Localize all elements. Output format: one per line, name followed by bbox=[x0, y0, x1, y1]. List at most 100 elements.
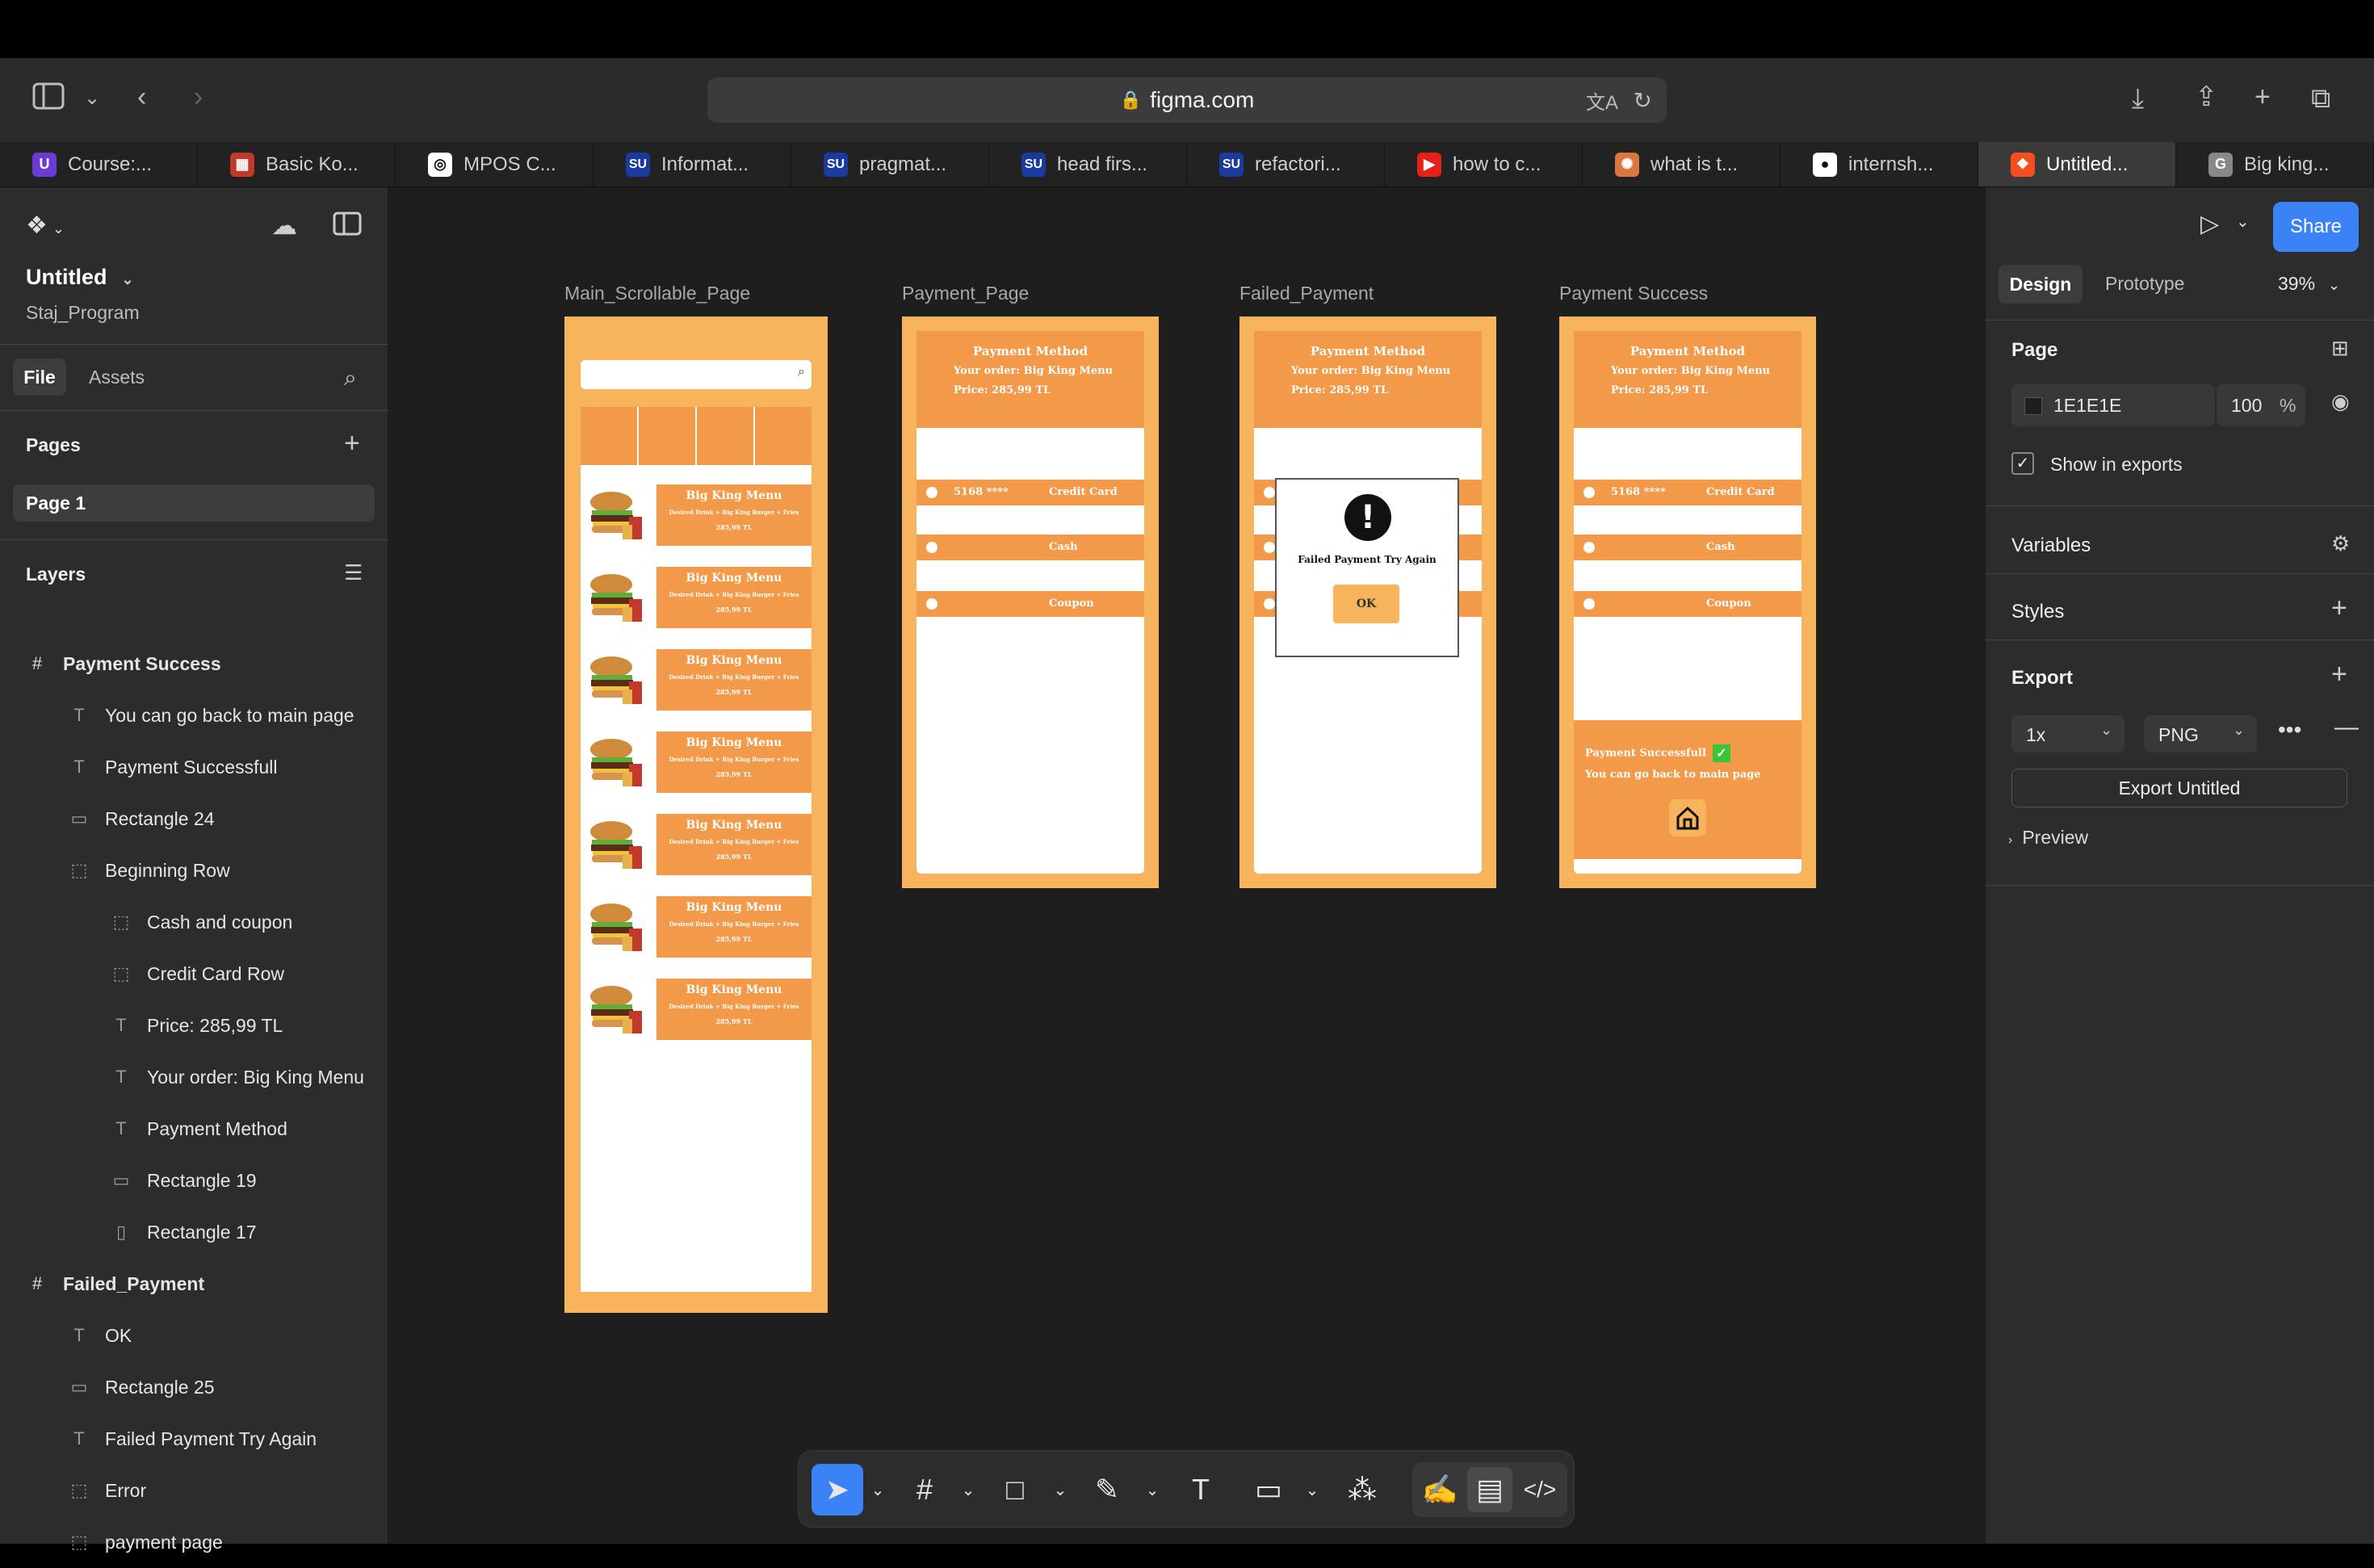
rectangle-tool-icon[interactable]: □ bbox=[992, 1467, 1038, 1512]
panel-toggle-icon[interactable] bbox=[333, 212, 362, 240]
share-icon[interactable]: ⇪ bbox=[2195, 81, 2218, 113]
browser-tab[interactable]: ◎ MPOS C... bbox=[396, 142, 594, 187]
browser-tab[interactable]: SU Informat... bbox=[594, 142, 791, 187]
layer-item[interactable]: ▭ Rectangle 19 bbox=[0, 1155, 388, 1206]
menu-item[interactable]: Big King Menu Desired Drink + Big King Bu… bbox=[581, 732, 812, 793]
share-button[interactable]: Share bbox=[2273, 202, 2359, 252]
draw-mode-icon[interactable]: ✍ bbox=[1417, 1467, 1462, 1512]
comment-tool-icon[interactable]: ▭ bbox=[1246, 1467, 1291, 1512]
visibility-eye-icon[interactable]: ◉ bbox=[2331, 389, 2350, 414]
radio-button[interactable] bbox=[926, 598, 937, 610]
page-opacity-field[interactable]: 100 % bbox=[2217, 384, 2305, 426]
frame-tool-icon[interactable]: # bbox=[902, 1467, 947, 1512]
pen-tool-icon[interactable]: ✎ bbox=[1084, 1467, 1130, 1512]
browser-tab[interactable]: ✺ what is t... bbox=[1583, 142, 1780, 187]
translate-icon[interactable]: 文A bbox=[1586, 86, 1618, 115]
layers-menu-icon[interactable]: ☰ bbox=[344, 560, 363, 585]
frame-label-payment[interactable]: Payment_Page bbox=[902, 283, 1029, 304]
layer-item[interactable]: ▭ Rectangle 25 bbox=[0, 1361, 388, 1413]
menu-item[interactable]: Big King Menu Desired Drink + Big King Bu… bbox=[581, 979, 812, 1040]
add-export-icon[interactable]: + bbox=[2331, 659, 2347, 690]
frame-payment-success[interactable]: Payment Method Your order: Big King Menu… bbox=[1559, 317, 1816, 888]
browser-tab[interactable]: U Course:... bbox=[0, 142, 198, 187]
browser-tab[interactable]: ❖ Untitled... bbox=[1978, 142, 2176, 187]
radio-button[interactable] bbox=[1264, 542, 1275, 553]
browser-tab[interactable]: SU refactori... bbox=[1187, 142, 1385, 187]
search-icon[interactable]: ⌕ bbox=[344, 365, 357, 392]
layer-item[interactable]: T Payment Successfull bbox=[0, 741, 388, 793]
tab-prototype[interactable]: Prototype bbox=[2105, 273, 2184, 295]
remove-export-icon[interactable]: — bbox=[2334, 714, 2359, 741]
page-color-field[interactable]: 1E1E1E bbox=[2011, 384, 2215, 426]
layer-item[interactable]: T Failed Payment Try Again bbox=[0, 1413, 388, 1465]
chevron-down-icon[interactable]: ⌄ bbox=[1049, 1467, 1072, 1512]
radio-button[interactable] bbox=[1583, 487, 1595, 498]
layer-item[interactable]: ⬚ Beginning Row bbox=[0, 845, 388, 896]
export-button[interactable]: Export Untitled bbox=[2011, 769, 2347, 807]
chevron-down-icon[interactable]: ⌄ bbox=[1301, 1467, 1323, 1512]
menu-item[interactable]: Big King Menu Desired Drink + Big King Bu… bbox=[581, 484, 812, 546]
components-tool-icon[interactable]: ⁂ bbox=[1340, 1467, 1385, 1512]
chevron-down-icon[interactable]: ⌄ bbox=[1141, 1467, 1164, 1512]
frame-label-main[interactable]: Main_Scrollable_Page bbox=[564, 283, 750, 304]
tab-assets[interactable]: Assets bbox=[89, 367, 145, 388]
layer-item[interactable]: T Price: 285,99 TL bbox=[0, 1000, 388, 1051]
layer-item[interactable]: T Your order: Big King Menu bbox=[0, 1051, 388, 1103]
layer-item[interactable]: ▭ Rectangle 24 bbox=[0, 793, 388, 845]
radio-button[interactable] bbox=[1583, 598, 1595, 610]
browser-tab[interactable]: G Big king... bbox=[2176, 142, 2374, 187]
add-style-icon[interactable]: + bbox=[2331, 593, 2347, 624]
menu-item[interactable]: Big King Menu Desired Drink + Big King Bu… bbox=[581, 567, 812, 628]
frame-main-scrollable[interactable]: ⌕ Big King Menu Desired Drink + Big King … bbox=[564, 317, 828, 1313]
preview-toggle[interactable]: › Preview bbox=[2008, 827, 2088, 849]
menu-item[interactable]: Big King Menu Desired Drink + Big King Bu… bbox=[581, 814, 812, 875]
show-in-exports-checkbox[interactable]: ✓ bbox=[2011, 452, 2034, 475]
export-format-select[interactable]: PNG ⌄ bbox=[2144, 715, 2257, 753]
more-options-icon[interactable]: ••• bbox=[2278, 717, 2301, 743]
tab-design[interactable]: Design bbox=[1999, 265, 2082, 304]
menu-item[interactable]: Big King Menu Desired Drink + Big King Bu… bbox=[581, 649, 812, 711]
canvas[interactable]: Main_Scrollable_Page Payment_Page Failed… bbox=[388, 187, 1985, 1544]
page-item-page-1[interactable]: Page 1 bbox=[13, 484, 375, 522]
browser-tab[interactable]: SU head firs... bbox=[989, 142, 1187, 187]
file-name[interactable]: Untitled ⌄ bbox=[26, 265, 134, 290]
chevron-down-icon[interactable]: ⌄ bbox=[866, 1467, 889, 1512]
text-tool-icon[interactable]: T bbox=[1178, 1467, 1223, 1512]
radio-button[interactable] bbox=[926, 542, 937, 553]
download-icon[interactable]: ⤓ bbox=[2132, 82, 2144, 115]
forward-arrow-icon[interactable]: › bbox=[194, 81, 203, 113]
design-mode-icon[interactable]: ▤ bbox=[1467, 1467, 1512, 1512]
radio-button[interactable] bbox=[1264, 598, 1275, 610]
home-icon[interactable] bbox=[1669, 799, 1706, 836]
layer-item[interactable]: T You can go back to main page bbox=[0, 690, 388, 741]
layer-item[interactable]: # Payment Success bbox=[0, 638, 388, 690]
frame-label-failed[interactable]: Failed_Payment bbox=[1239, 283, 1374, 304]
layer-item[interactable]: # Failed_Payment bbox=[0, 1258, 388, 1310]
cloud-offline-icon[interactable]: ☁ bbox=[271, 210, 297, 241]
dev-mode-icon[interactable]: </> bbox=[1517, 1467, 1562, 1512]
layer-item[interactable]: ⬚ Cash and coupon bbox=[0, 896, 388, 948]
radio-button[interactable] bbox=[926, 487, 937, 498]
layer-item[interactable]: ⬚ payment page bbox=[0, 1516, 388, 1568]
layer-item[interactable]: ▯ Rectangle 17 bbox=[0, 1206, 388, 1258]
new-tab-icon[interactable]: + bbox=[2254, 81, 2271, 113]
add-page-icon[interactable]: + bbox=[344, 428, 360, 459]
chevron-down-icon[interactable]: ⌄ bbox=[84, 82, 100, 115]
browser-tab[interactable]: ▦ Basic Ko... bbox=[198, 142, 396, 187]
present-icon[interactable]: ▷ bbox=[2200, 210, 2219, 238]
frame-label-success[interactable]: Payment Success bbox=[1559, 283, 1708, 304]
browser-tab[interactable]: SU pragmat... bbox=[791, 142, 989, 187]
address-bar[interactable]: 🔒 figma.com 文A ↻ bbox=[707, 78, 1667, 123]
variables-settings-icon[interactable]: ⚙ bbox=[2331, 531, 2350, 556]
ok-button[interactable]: OK bbox=[1333, 585, 1399, 623]
menu-item[interactable]: Big King Menu Desired Drink + Big King Bu… bbox=[581, 896, 812, 958]
layer-item[interactable]: T Payment Method bbox=[0, 1103, 388, 1155]
layer-item[interactable]: T OK bbox=[0, 1310, 388, 1361]
frame-failed-payment[interactable]: Payment Method Your order: Big King Menu… bbox=[1239, 317, 1496, 888]
sidebar-toggle-icon[interactable] bbox=[32, 82, 65, 117]
radio-button[interactable] bbox=[1583, 542, 1595, 553]
radio-button[interactable] bbox=[1264, 487, 1275, 498]
back-arrow-icon[interactable]: ‹ bbox=[137, 81, 146, 113]
chevron-down-icon[interactable]: ⌄ bbox=[2236, 212, 2250, 232]
tab-file[interactable]: File bbox=[13, 358, 66, 396]
